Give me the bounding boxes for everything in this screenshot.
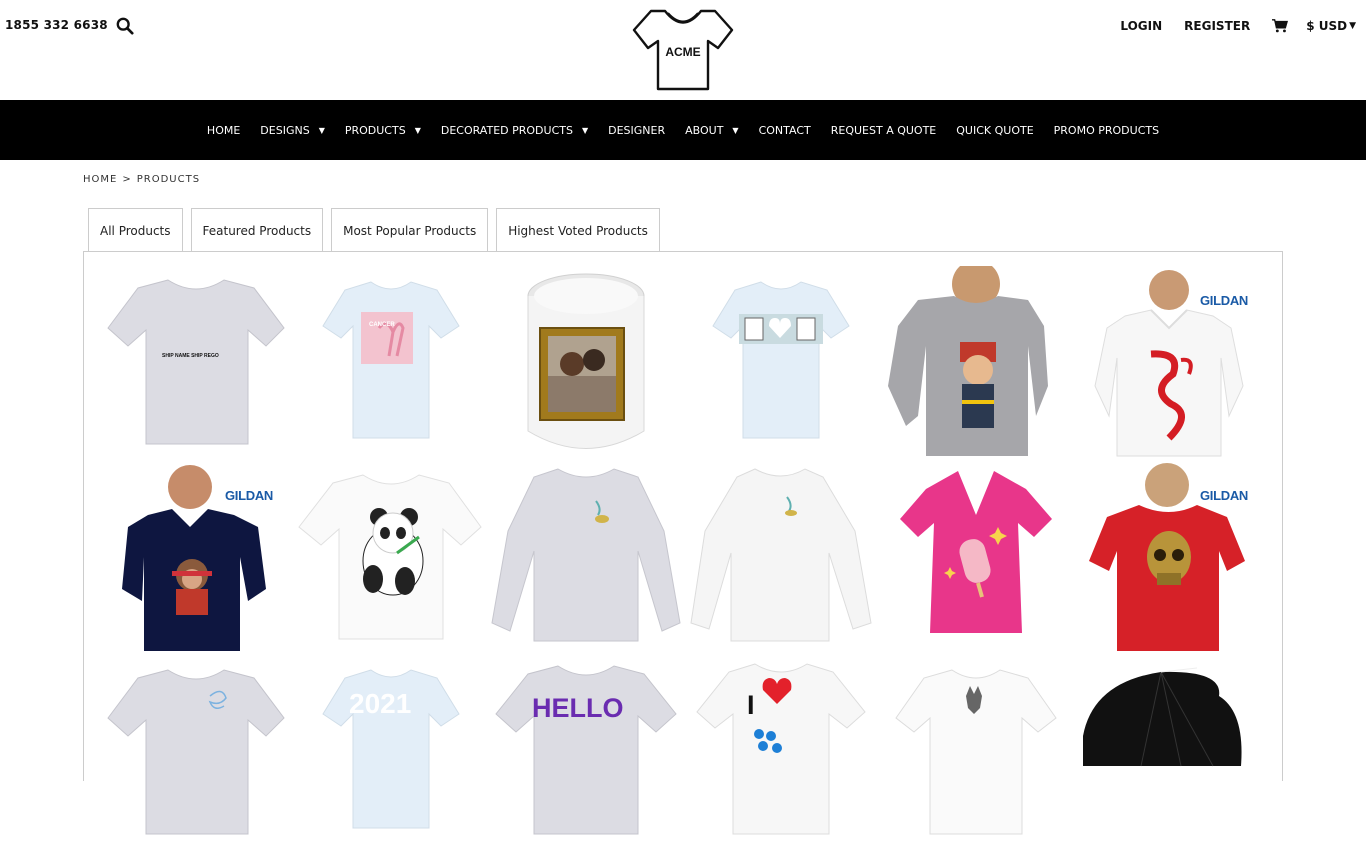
logo-text: ACME [665,45,700,59]
cart-icon[interactable] [1272,18,1289,34]
dropdown-caret-icon: ▼ [318,125,325,135]
nav-item-about[interactable]: ABOUT ▼ [685,124,738,137]
tab-all-products[interactable]: All Products [88,208,183,252]
photo-mug-image [527,273,645,449]
breadcrumb-current: PRODUCTS [136,174,201,185]
currency-label: $ USD [1306,19,1348,33]
nav-item-designs[interactable]: DESIGNS ▼ [260,124,325,137]
product-card[interactable] [878,266,1073,461]
nav-item-products[interactable]: PRODUCTS ▼ [345,124,421,137]
breadcrumb: HOME > PRODUCTS [83,174,205,185]
tab-featured-products[interactable]: Featured Products [190,208,324,252]
dropdown-caret-icon: ▼ [732,125,739,135]
white-tshirt-image [298,474,482,640]
print-text: I [747,690,755,720]
product-card[interactable] [293,461,488,656]
print-text: SHIP NAME SHIP REGO [162,353,219,359]
product-card[interactable]: SHIP NAME SHIP REGO [98,266,293,461]
grey-tshirt-image [107,669,285,835]
nav-item-designer[interactable]: DESIGNER [608,124,665,137]
grey-longsleeve-image [491,468,681,642]
grey-tshirt-image [107,279,285,445]
nav-item-label: HOME [206,123,241,137]
breadcrumb-home[interactable]: HOME [83,174,117,185]
print-text: 2021 [349,688,412,719]
nav-item-label: PROMO PRODUCTS [1053,123,1160,137]
nav-item-home[interactable]: HOME [207,124,240,137]
nav-item-quick-quote[interactable]: QUICK QUOTE [956,124,1033,137]
pink-vneck-tshirt-image [900,471,1052,633]
product-card[interactable] [1073,656,1268,851]
nav-item-label: DESIGNER [608,123,666,137]
nav-item-label: QUICK QUOTE [956,123,1034,137]
nav-item-label: ABOUT [685,123,724,137]
light-blue-tshirt-image [322,281,460,439]
gildan-brand-label: GILDAN [224,488,273,503]
nav-item-label: CONTACT [758,123,811,137]
search-icon[interactable] [116,17,134,35]
nav-item-label: REQUEST A QUOTE [830,123,937,137]
nav-item-contact[interactable]: CONTACT [759,124,811,137]
product-tabs: All Products Featured Products Most Popu… [88,208,668,252]
dropdown-caret-icon: ▼ [414,125,421,135]
white-tshirt-image [895,669,1057,835]
dropdown-caret-icon: ▼ [581,125,589,135]
product-card[interactable] [488,461,683,656]
product-card[interactable] [683,266,878,461]
product-card[interactable]: GILDAN [1073,461,1268,656]
register-link[interactable]: REGISTER [1184,19,1250,33]
light-blue-tshirt-image [322,669,460,829]
login-link[interactable]: LOGIN [1120,19,1162,33]
nav-item-label: PRODUCTS [344,123,406,137]
gildan-brand-label: GILDAN [1199,488,1248,503]
phone-number[interactable]: 1855 332 6638 [5,18,108,32]
white-longsleeve-image [690,468,872,642]
top-header: 1855 332 6638 ACME LOGIN REGISTER $ USD … [0,0,1366,100]
product-card[interactable] [488,266,683,461]
black-umbrella-image [1083,667,1242,767]
nav-item-label: DESIGNS [260,123,310,137]
product-grid: SHIP NAME SHIP REGO CANCER GILDAN GILDAN… [98,266,1268,851]
acme-logo[interactable]: ACME [631,8,735,92]
product-card[interactable]: GILDAN [1073,266,1268,461]
product-card[interactable]: HELLO [488,656,683,851]
white-tshirt-image [696,663,866,835]
grey-tshirt-image [878,266,1073,461]
nav-item-label: DECORATED PRODUCTS [440,123,573,137]
caret-down-icon: ▼ [1349,21,1356,31]
product-card[interactable]: CANCER [293,266,488,461]
currency-selector[interactable]: $ USD ▼ [1306,19,1356,33]
product-card[interactable]: GILDAN [98,461,293,656]
print-text: HELLO [532,693,624,723]
gildan-brand-label: GILDAN [1199,293,1248,308]
tab-highest-voted-products[interactable]: Highest Voted Products [496,208,660,252]
print-text: CANCER [369,322,395,328]
product-card[interactable]: I [683,656,878,851]
product-card[interactable] [98,656,293,851]
nav-item-decorated-products[interactable]: DECORATED PRODUCTS ▼ [441,124,588,137]
product-card[interactable] [683,461,878,656]
breadcrumb-separator: > [122,174,132,185]
main-nav: HOME DESIGNS ▼ PRODUCTS ▼ DECORATED PRODUCTS ▼… [0,100,1366,160]
light-blue-tshirt-image [712,281,850,439]
grey-tshirt-image [495,665,677,835]
product-card[interactable]: 2021 [293,656,488,851]
nav-item-promo-products[interactable]: PROMO PRODUCTS [1054,124,1159,137]
nav-item-request-a-quote[interactable]: REQUEST A QUOTE [831,124,937,137]
tab-most-popular-products[interactable]: Most Popular Products [331,208,489,252]
product-card[interactable] [878,656,1073,851]
account-links: LOGIN REGISTER $ USD ▼ [1098,18,1356,34]
product-card[interactable] [878,461,1073,656]
